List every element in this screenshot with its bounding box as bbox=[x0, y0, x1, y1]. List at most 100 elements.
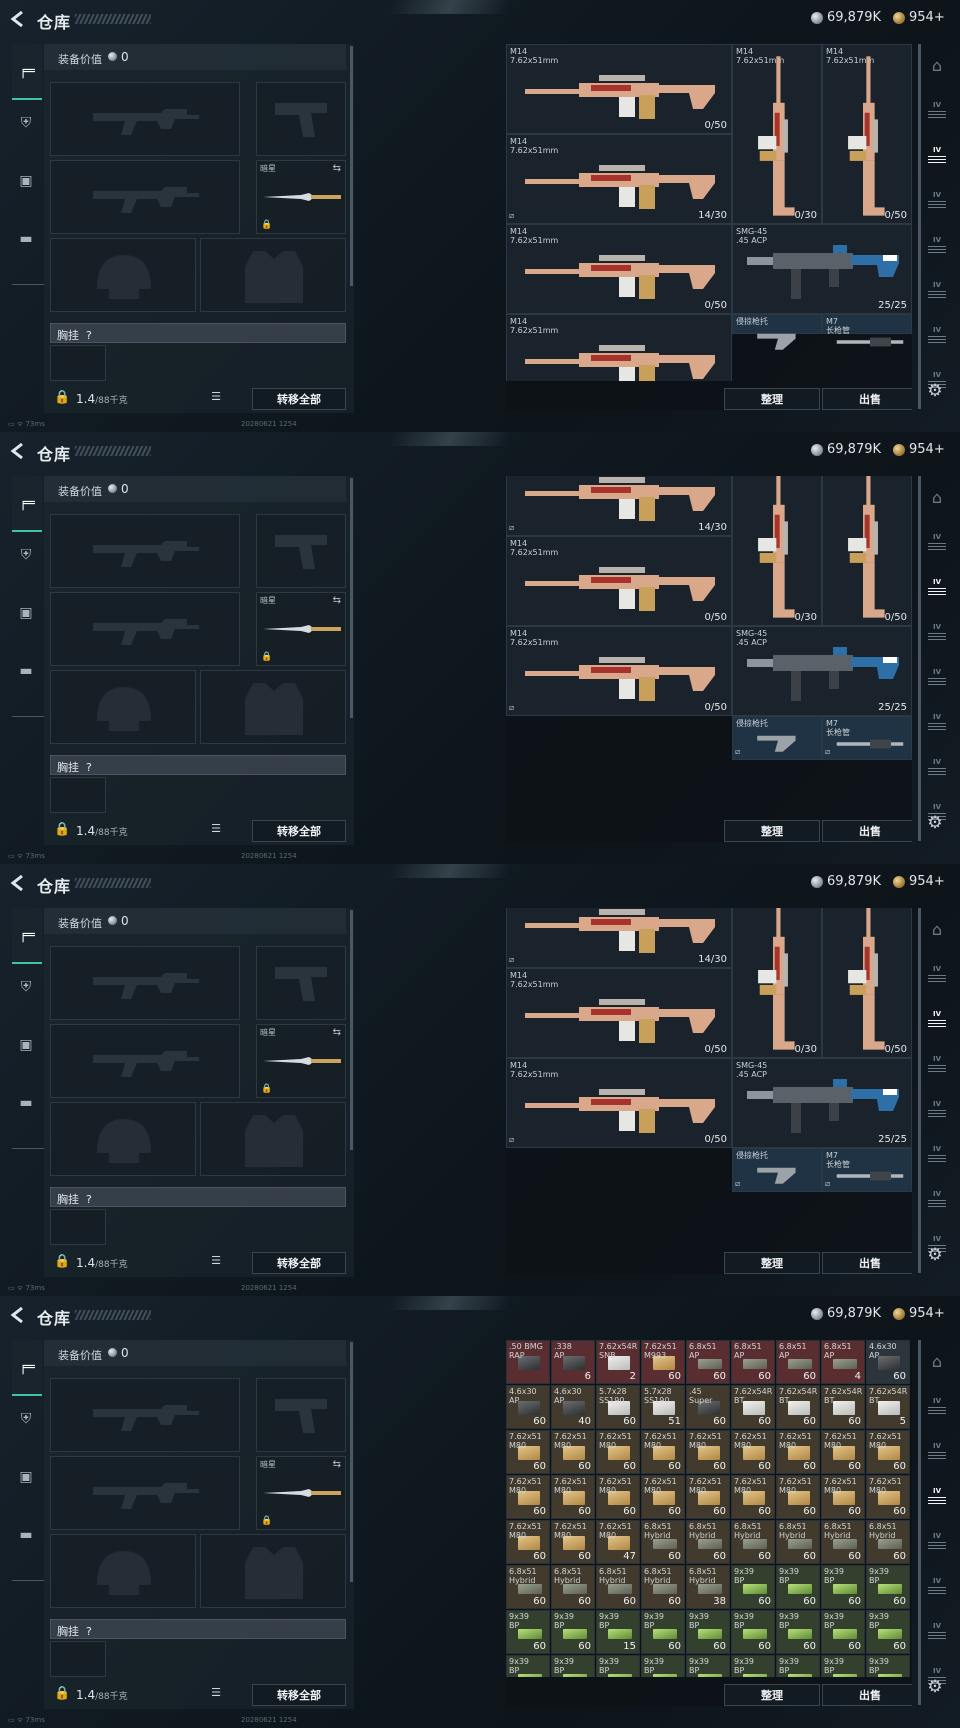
primary-weapon-slot[interactable] bbox=[50, 946, 240, 1020]
tab-backpack[interactable]: ▣ bbox=[12, 168, 40, 194]
tab-backpack[interactable]: ▣ bbox=[12, 1464, 40, 1490]
ammo-item[interactable]: 6.8x51 Hybrid 60 bbox=[866, 1520, 910, 1564]
ammo-item[interactable]: 6.8x51 Hybrid 60 bbox=[821, 1520, 865, 1564]
ammo-item[interactable]: 7.62x51 M80 47 bbox=[596, 1520, 640, 1564]
ammo-item[interactable]: 9x39 BP 60 bbox=[866, 1565, 910, 1609]
tab-weapons[interactable]: ╒═ bbox=[12, 908, 42, 964]
tab-weapons[interactable]: ╒═ bbox=[12, 1340, 42, 1396]
sell-button[interactable]: 出售 bbox=[822, 1684, 912, 1706]
swap-icon[interactable]: ⇆ bbox=[333, 1459, 341, 1470]
weapon-item[interactable]: M14 7.62x51mm14/30⧄ bbox=[506, 908, 732, 968]
ammo-item[interactable]: 9x39 BP 60 bbox=[686, 1610, 730, 1654]
storage-tab-2[interactable]: IV bbox=[924, 533, 950, 555]
storage-tab-3[interactable]: IV bbox=[924, 1010, 950, 1032]
storage-tab-4[interactable]: IV bbox=[924, 1487, 950, 1509]
gear-icon[interactable]: ⚙ bbox=[925, 813, 945, 833]
weapon-item[interactable]: M14 7.62x51mm14/30⧄ bbox=[506, 134, 732, 224]
chest-rig-slot[interactable] bbox=[50, 1641, 106, 1677]
helmet-slot[interactable] bbox=[50, 1102, 196, 1176]
ammo-item[interactable]: 7.62x51 M80 60 bbox=[551, 1430, 595, 1474]
weapon-item[interactable]: 侵掠枪托 ⧄ bbox=[732, 1148, 822, 1192]
ammo-item[interactable]: 7.62x54R BT 60 bbox=[731, 1385, 775, 1429]
ammo-item[interactable]: 9x39 BP 60 bbox=[821, 1610, 865, 1654]
secondary-weapon-slot[interactable] bbox=[50, 592, 240, 666]
weapon-item[interactable]: M14 7.62x51mm 0/50 bbox=[506, 536, 732, 626]
storage-scrollbar[interactable] bbox=[918, 44, 921, 409]
helmet-slot[interactable] bbox=[50, 670, 196, 744]
ammo-item[interactable]: 7.62x51 M80 60 bbox=[686, 1430, 730, 1474]
ammo-item[interactable]: 9x39 BP bbox=[596, 1655, 640, 1677]
storage-tab-3[interactable]: IV bbox=[924, 1442, 950, 1464]
ammo-item[interactable]: 7.62x54R BT 60 bbox=[776, 1385, 820, 1429]
left-scrollbar[interactable] bbox=[350, 910, 353, 1150]
ammo-item[interactable]: 9x39 BP bbox=[641, 1655, 685, 1677]
ammo-item[interactable]: 9x39 BP bbox=[731, 1655, 775, 1677]
ammo-item[interactable]: 9x39 BP bbox=[776, 1655, 820, 1677]
tab-armor[interactable]: ⛨ bbox=[12, 974, 40, 1000]
storage-tab-7[interactable]: IV bbox=[924, 1622, 950, 1644]
chest-rig-slot[interactable] bbox=[50, 1209, 106, 1245]
ammo-item[interactable]: 7.62x51 M80 60 bbox=[641, 1475, 685, 1519]
storage-tab-1[interactable]: ⌂ bbox=[924, 56, 950, 78]
swap-icon[interactable]: ⇆ bbox=[333, 163, 341, 174]
left-scrollbar[interactable] bbox=[350, 1342, 353, 1582]
storage-tab-6[interactable]: IV bbox=[924, 1145, 950, 1167]
ammo-item[interactable]: 6.8x51 AP 60 bbox=[686, 1340, 730, 1384]
tab-briefcase[interactable]: ▬ bbox=[12, 1522, 40, 1548]
storage-tab-1[interactable]: ⌂ bbox=[924, 488, 950, 510]
weapon-item[interactable]: SMG-45 .45 ACP 25/25 bbox=[732, 626, 912, 716]
ammo-item[interactable]: 7.62x51 M80 60 bbox=[641, 1430, 685, 1474]
ammo-item[interactable]: 7.62x51 M80 60 bbox=[596, 1430, 640, 1474]
pistol-slot[interactable] bbox=[256, 514, 346, 588]
storage-scrollbar[interactable] bbox=[918, 1340, 921, 1705]
weapon-item[interactable]: SMG-45 .45 ACP 25/25 bbox=[732, 224, 912, 314]
gold-currency[interactable]: 954+ bbox=[893, 1306, 945, 1321]
secondary-weapon-slot[interactable] bbox=[50, 160, 240, 234]
ammo-item[interactable]: 5.7x28 SS190 60 bbox=[596, 1385, 640, 1429]
weapon-item[interactable]: M14 7.62x51mm14/30⧄ bbox=[506, 476, 732, 536]
weapon-item[interactable]: 侵掠枪托 bbox=[732, 314, 822, 350]
ammo-item[interactable]: 7.62x51 M80 60 bbox=[686, 1475, 730, 1519]
weapon-item[interactable]: SMG-45 .45 ACP 25/25 bbox=[732, 1058, 912, 1148]
back-arrow-icon[interactable] bbox=[10, 10, 26, 28]
ammo-item[interactable]: 6.8x51 Hybrid 60 bbox=[551, 1565, 595, 1609]
weapon-item[interactable]: M14 7.62x51mm 0/50 ⧄ bbox=[506, 1058, 732, 1148]
swap-icon[interactable]: ⇆ bbox=[333, 1027, 341, 1038]
ammo-item[interactable]: 7.62x51 M80 60 bbox=[731, 1430, 775, 1474]
storage-tab-4[interactable]: IV bbox=[924, 1055, 950, 1077]
weapon-item[interactable]: M14 7.62x51mm bbox=[506, 314, 732, 381]
transfer-all-button[interactable]: 转移全部 bbox=[252, 1252, 346, 1274]
ammo-item[interactable]: .338 AP 6 bbox=[551, 1340, 595, 1384]
storage-scrollbar[interactable] bbox=[918, 908, 921, 1273]
ammo-item[interactable]: 9x39 BP 60 bbox=[641, 1610, 685, 1654]
ammo-item[interactable]: 9x39 BP 15 bbox=[596, 1610, 640, 1654]
ammo-item[interactable]: 9x39 BP bbox=[686, 1655, 730, 1677]
ammo-item[interactable]: 9x39 BP 60 bbox=[551, 1610, 595, 1654]
sell-button[interactable]: 出售 bbox=[822, 388, 912, 410]
swap-icon[interactable]: ⇆ bbox=[333, 595, 341, 606]
weapon-item[interactable]: M7 长枪管 ⧄ bbox=[822, 1148, 912, 1192]
secondary-weapon-slot[interactable] bbox=[50, 1456, 240, 1530]
ammo-item[interactable]: 7.62x51 M80 60 bbox=[731, 1475, 775, 1519]
ammo-item[interactable]: 9x39 BP 60 bbox=[731, 1565, 775, 1609]
tab-backpack[interactable]: ▣ bbox=[12, 1032, 40, 1058]
ammo-item[interactable]: 7.62x54R BT 60 bbox=[821, 1385, 865, 1429]
gear-icon[interactable]: ⚙ bbox=[925, 1245, 945, 1265]
ammo-item[interactable]: 6.8x51 AP 60 bbox=[776, 1340, 820, 1384]
ammo-item[interactable]: 7.62x51 M80 60 bbox=[506, 1430, 550, 1474]
tab-briefcase[interactable]: ▬ bbox=[12, 658, 40, 684]
weapon-item[interactable]: M14 7.62x51mm 0/50 ⧄ bbox=[506, 626, 732, 716]
armor-slot[interactable] bbox=[200, 238, 346, 312]
tab-armor[interactable]: ⛨ bbox=[12, 542, 40, 568]
chest-rig-slot[interactable] bbox=[50, 345, 106, 381]
storage-tab-5[interactable]: IV bbox=[924, 236, 950, 258]
back-arrow-icon[interactable] bbox=[10, 1306, 26, 1324]
back-arrow-icon[interactable] bbox=[10, 442, 26, 460]
storage-tab-3[interactable]: IV bbox=[924, 578, 950, 600]
gear-icon[interactable]: ⚙ bbox=[925, 381, 945, 401]
storage-tab-1[interactable]: ⌂ bbox=[924, 1352, 950, 1374]
ammo-item[interactable]: 7.62x51 M80 60 bbox=[821, 1475, 865, 1519]
weapon-item[interactable]: M14 7.62x51mm 0/50 bbox=[506, 44, 732, 134]
ammo-item[interactable]: 7.62x51 M80 60 bbox=[776, 1430, 820, 1474]
ammo-item[interactable]: .45 Super 60 bbox=[686, 1385, 730, 1429]
